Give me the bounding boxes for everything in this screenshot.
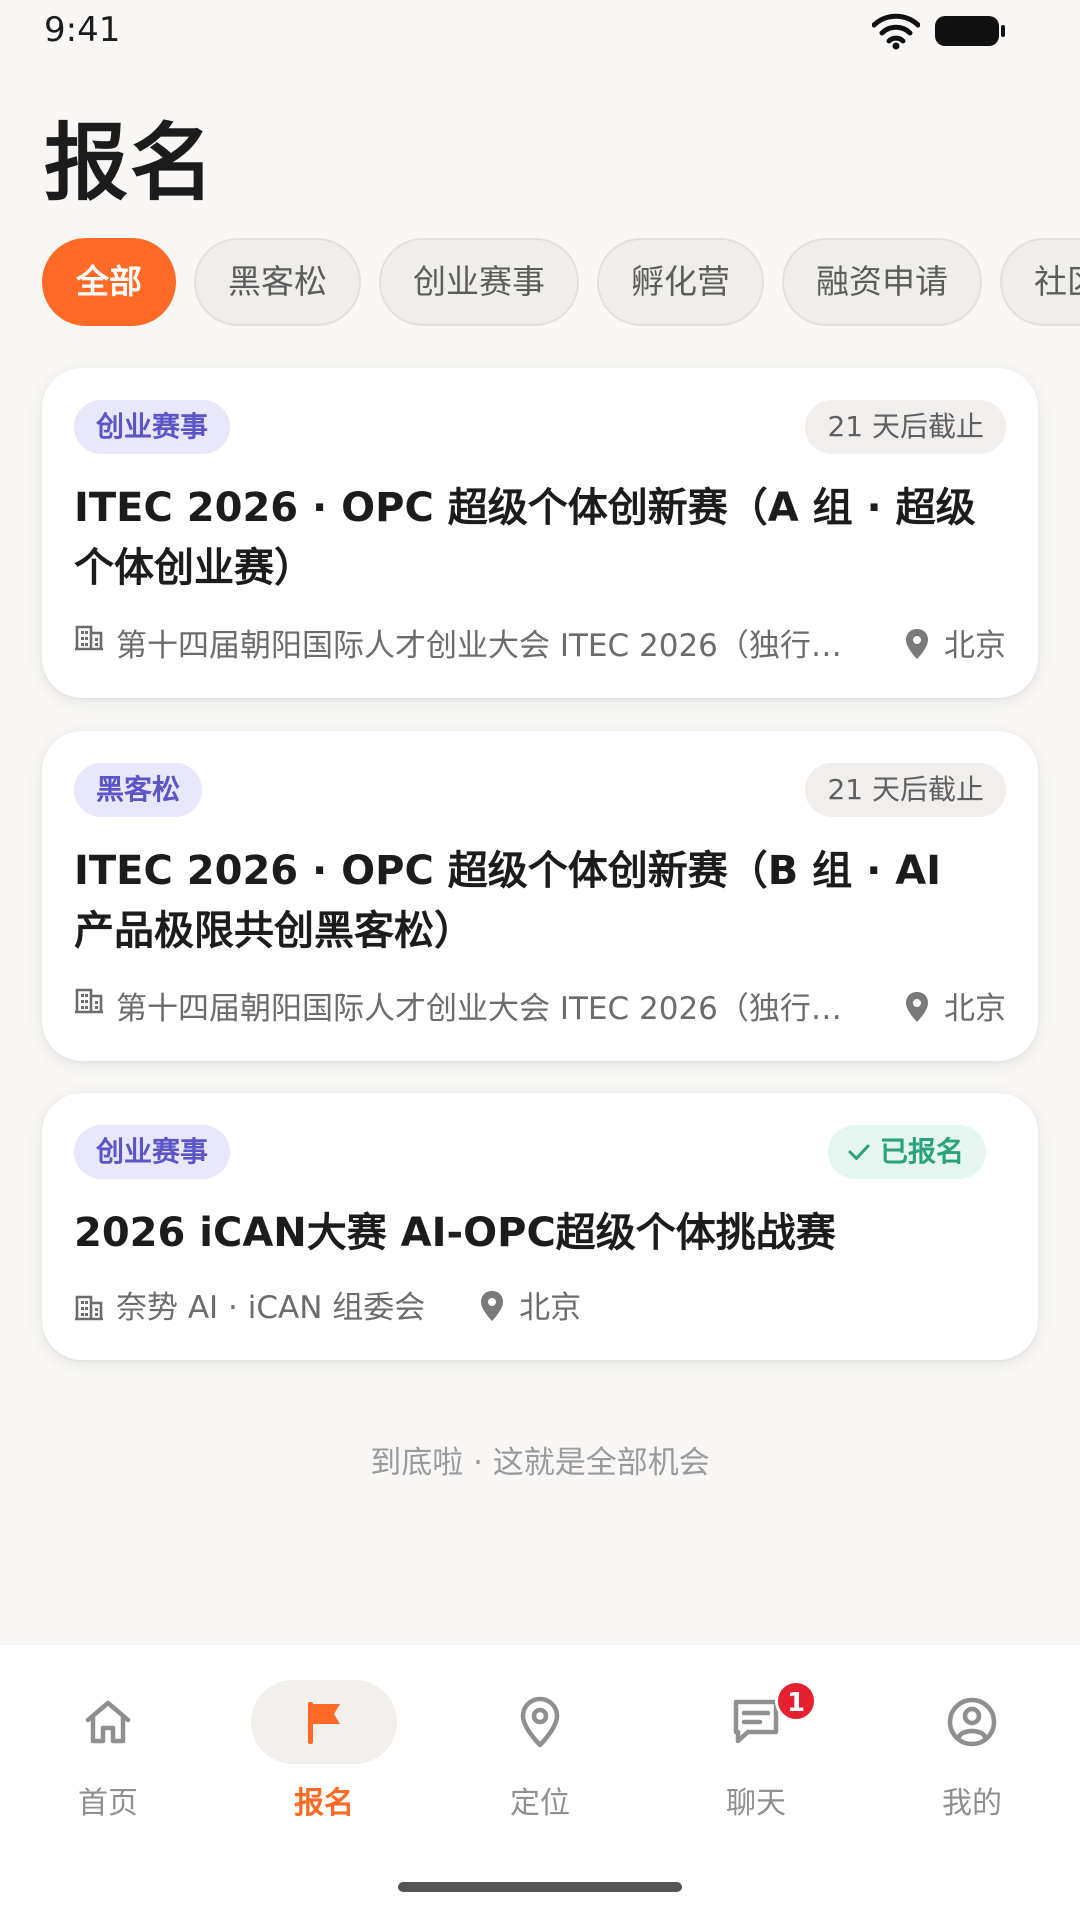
- event-location: 北京: [479, 1282, 581, 1327]
- nav-label-chat: 聊天: [726, 1786, 786, 1821]
- nav-label-location: 定位: [510, 1786, 570, 1821]
- building-icon: [75, 1295, 103, 1321]
- event-title: ITEC 2026 · OPC 超级个体创新赛（B 组 · AI 产品极限共创黑…: [74, 848, 942, 954]
- end-of-list-note: 到底啦 · 这就是全部机会: [370, 1445, 710, 1481]
- event-card[interactable]: 创业赛事 21 天后截止 ITEC 2026 · OPC 超级个体创新赛（A 组…: [42, 368, 1038, 698]
- location-pin-icon: [906, 992, 928, 1022]
- filter-chip-startup-competition[interactable]: 创业赛事: [379, 238, 579, 326]
- filter-chip-all[interactable]: 全部: [42, 238, 176, 326]
- unread-count-badge: 1: [775, 1680, 817, 1722]
- event-organizer: 奈势 AI · iCAN 组委会: [116, 1290, 426, 1326]
- home-indicator[interactable]: [398, 1882, 682, 1892]
- category-filter-bar[interactable]: 全部黑客松创业赛事孵化营融资申请社区活动: [0, 238, 1080, 328]
- nav-label-profile: 我的: [942, 1786, 1002, 1821]
- event-title: ITEC 2026 · OPC 超级个体创新赛（A 组 · 超级个体创业赛）: [74, 485, 976, 591]
- nav-label-home: 首页: [78, 1786, 138, 1821]
- deadline-badge: 21 天后截止: [805, 400, 1006, 454]
- wifi-icon: [872, 13, 920, 50]
- event-location: 北京: [904, 620, 1006, 665]
- event-location-text: 北京: [944, 991, 1006, 1027]
- filter-chip-incubator[interactable]: 孵化营: [597, 238, 764, 326]
- location-pin-icon: [520, 1696, 560, 1748]
- deadline-badge: 21 天后截止: [805, 763, 1006, 817]
- nav-item-profile[interactable]: 我的: [864, 1680, 1080, 1830]
- status-time: 9:41: [44, 10, 121, 50]
- filter-chip-hackathon[interactable]: 黑客松: [194, 238, 361, 326]
- flag-icon: [308, 1702, 340, 1744]
- event-meta: 第十四届朝阳国际人才创业大会 ITEC 2026（独行侠大赛） 北京: [74, 620, 1006, 664]
- nav-item-signup[interactable]: 报名: [216, 1680, 432, 1830]
- signup-screen: 9:41 报名 全部黑客松创业赛事孵化营融资申请社区活动 创业赛事 21 天后截…: [0, 0, 1080, 1920]
- building-icon: [75, 988, 103, 1014]
- nav-item-chat[interactable]: 1 聊天: [648, 1680, 864, 1830]
- category-badge: 创业赛事: [74, 1125, 231, 1179]
- category-badge: 创业赛事: [74, 400, 231, 454]
- category-badge: 黑客松: [74, 763, 203, 817]
- event-meta: 奈势 AI · iCAN 组委会 北京: [74, 1282, 1006, 1326]
- nav-label-signup: 报名: [294, 1786, 354, 1821]
- check-icon: [848, 1144, 870, 1160]
- home-icon: [85, 1700, 131, 1744]
- filter-chip-community[interactable]: 社区活动: [1000, 238, 1080, 326]
- location-pin-icon: [906, 629, 928, 659]
- event-location-text: 北京: [519, 1290, 582, 1326]
- battery-icon: [935, 16, 1005, 46]
- page-title: 报名: [44, 114, 217, 212]
- registered-status-text: 已报名: [879, 1135, 964, 1168]
- event-meta: 第十四届朝阳国际人才创业大会 ITEC 2026（独行侠大赛） 北京: [74, 983, 1006, 1027]
- event-location-text: 北京: [944, 628, 1006, 664]
- filter-chip-funding[interactable]: 融资申请: [782, 238, 982, 326]
- event-card[interactable]: 创业赛事 已报名 2026 iCAN大赛 AI-OPC超级个体挑战赛 奈势 AI…: [42, 1093, 1038, 1360]
- location-pin-icon: [481, 1291, 504, 1321]
- bottom-nav: 首页 报名 定位 1 聊天 我的: [0, 1645, 1080, 1920]
- registered-status-badge: 已报名: [827, 1125, 986, 1179]
- nav-item-location[interactable]: 定位: [432, 1680, 648, 1830]
- event-location: 北京: [904, 983, 1006, 1028]
- event-title: 2026 iCAN大赛 AI-OPC超级个体挑战赛: [74, 1210, 836, 1256]
- status-bar: 9:41: [0, 0, 1080, 64]
- event-organizer: 第十四届朝阳国际人才创业大会 ITEC 2026（独行侠大赛）: [116, 991, 846, 1027]
- building-icon: [75, 625, 103, 651]
- event-organizer: 第十四届朝阳国际人才创业大会 ITEC 2026（独行侠大赛）: [116, 628, 846, 664]
- event-card[interactable]: 黑客松 21 天后截止 ITEC 2026 · OPC 超级个体创新赛（B 组 …: [42, 731, 1038, 1061]
- nav-item-home[interactable]: 首页: [0, 1680, 216, 1830]
- profile-icon: [947, 1697, 997, 1747]
